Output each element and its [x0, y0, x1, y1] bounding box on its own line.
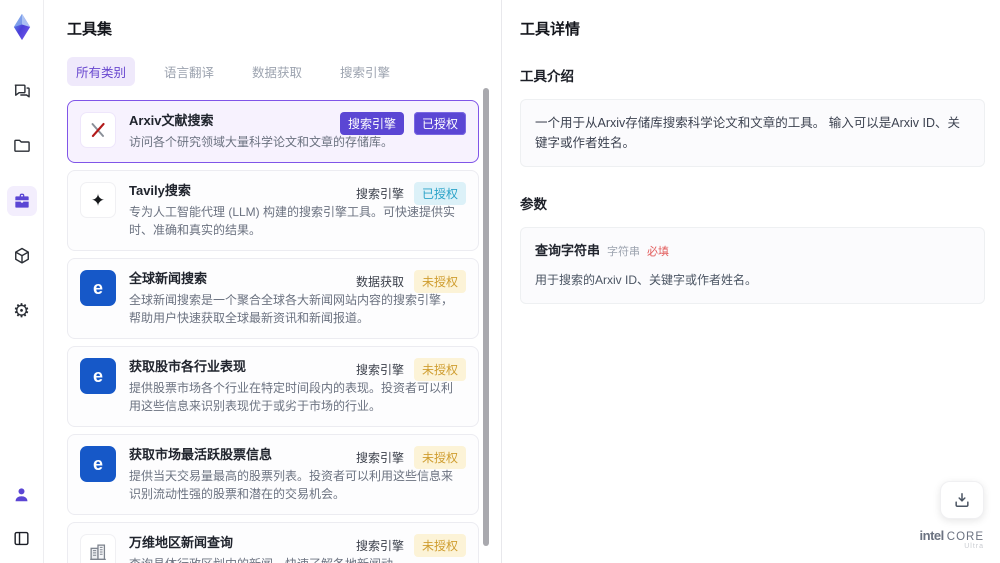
auth-status-badge: 未授权 — [413, 446, 466, 469]
param-required-flag: 必填 — [647, 246, 670, 258]
tool-card-tavily[interactable]: ✦ Tavily搜索 专为人工智能代理 (LLM) 构建的搜索引擎工具。可快速提… — [67, 170, 479, 251]
tool-card-global-news[interactable]: e 全球新闻搜索 全球新闻搜索是一个聚合全球各大新闻网站内容的搜索引擎，帮助用户… — [67, 258, 479, 339]
tool-name: 获取股市各行业表现 — [129, 359, 247, 374]
folder-icon[interactable] — [7, 131, 37, 161]
intel-wordmark: intel — [919, 527, 945, 543]
tool-card-list: Arxiv文献搜索 访问各个研究领域大量科学论文和文章的存储库。 搜索引擎 已授… — [67, 100, 479, 563]
tool-description: 全球新闻搜索是一个聚合全球各大新闻网站内容的搜索引擎，帮助用户快速获取全球最新资… — [129, 293, 454, 325]
params-section-title: 参数 — [520, 197, 547, 212]
category-tabs: 所有类别 语言翻译 数据获取 搜索引擎 — [67, 57, 479, 86]
user-avatar-icon[interactable] — [7, 479, 37, 509]
settings-gear-icon[interactable]: ⚙ — [7, 296, 37, 326]
tool-name: Tavily搜索 — [129, 183, 191, 198]
tab-language-translation[interactable]: 语言翻译 — [155, 57, 223, 86]
tool-card-arxiv[interactable]: Arxiv文献搜索 访问各个研究领域大量科学论文和文章的存储库。 搜索引擎 已授… — [67, 100, 479, 163]
tool-list-panel: 工具集 所有类别 语言翻译 数据获取 搜索引擎 Arxiv文献搜索 访问各个研究… — [44, 0, 502, 563]
tool-name: 全球新闻搜索 — [129, 271, 208, 286]
list-scrollbar[interactable] — [483, 88, 489, 546]
sidebar-bottom — [7, 479, 37, 553]
arxiv-logo-icon — [80, 112, 116, 148]
app-logo-icon — [7, 12, 37, 42]
tavily-star-icon: ✦ — [80, 182, 116, 218]
auth-status-badge: 未授权 — [413, 534, 466, 557]
param-header: 查询字符串 字符串 必填 — [535, 241, 970, 262]
category-label: 搜索引擎 — [355, 363, 404, 377]
tool-badges: 搜索引擎 未授权 — [356, 534, 466, 557]
app-window: ⚙ 工具集 所有类别 语言翻译 数据获取 搜索引擎 Arxiv文献搜索 访问各个… — [0, 0, 1000, 563]
tool-description: 提供股票市场各个行业在特定时间段内的表现。投资者可以利用这些信息来识别表现优于或… — [129, 381, 454, 413]
tab-all-categories[interactable]: 所有类别 — [67, 57, 136, 86]
tab-data-fetch[interactable]: 数据获取 — [243, 57, 311, 86]
tool-badges: 搜索引擎 未授权 — [356, 358, 466, 381]
tool-card-stock-sector[interactable]: e 获取股市各行业表现 提供股票市场各个行业在特定时间段内的表现。投资者可以利用… — [67, 346, 479, 427]
tool-badges: 搜索引擎 未授权 — [356, 446, 466, 469]
tool-badges: 搜索引擎 已授权 — [356, 182, 466, 205]
cube-icon[interactable] — [7, 241, 37, 271]
download-icon — [955, 493, 969, 507]
auth-status-badge: 已授权 — [413, 182, 466, 205]
param-name: 查询字符串 — [535, 243, 601, 258]
param-description: 用于搜索的Arxiv ID、关键字或作者姓名。 — [535, 272, 758, 287]
category-label: 数据获取 — [355, 275, 404, 289]
tool-detail-panel: 工具详情 工具介绍 一个用于从Arxiv存储库搜索科学论文和文章的工具。 输入可… — [502, 0, 1000, 563]
auth-status-badge: 已授权 — [413, 112, 466, 135]
category-label: 搜索引擎 — [355, 539, 404, 553]
tool-description: 访问各个研究领域大量科学论文和文章的存储库。 — [129, 135, 394, 149]
tool-badges: 搜索引擎 已授权 — [339, 112, 466, 135]
category-badge: 搜索引擎 — [339, 112, 404, 135]
global-news-logo-icon: e — [80, 270, 116, 306]
download-button[interactable] — [940, 481, 984, 519]
param-type: 字符串 — [607, 246, 641, 258]
category-label: 搜索引擎 — [355, 187, 404, 201]
detail-title: 工具详情 — [520, 21, 581, 38]
auth-status-badge: 未授权 — [413, 358, 466, 381]
tool-description: 提供当天交易量最高的股票列表。投资者可以利用这些信息来识别流动性强的股票和潜在的… — [129, 469, 454, 501]
chat-icon[interactable] — [7, 76, 37, 106]
tab-search-engine[interactable]: 搜索引擎 — [331, 57, 399, 86]
active-stocks-logo-icon: e — [80, 446, 116, 482]
auth-status-badge: 未授权 — [413, 270, 466, 293]
tool-card-region-news[interactable]: 万维地区新闻查询 查询具体行政区划内的新闻，快速了解各地新闻动 搜索引擎 未授权 — [67, 522, 479, 563]
param-box: 查询字符串 字符串 必填 用于搜索的Arxiv ID、关键字或作者姓名。 — [520, 227, 985, 304]
region-news-logo-icon — [80, 534, 116, 563]
tool-badges: 数据获取 未授权 — [356, 270, 466, 293]
sidebar-nav: ⚙ — [6, 76, 37, 326]
tool-description: 专为人工智能代理 (LLM) 构建的搜索引擎工具。可快速提供实时、准确和真实的结… — [129, 205, 456, 237]
intel-ultra-mark: Ultra — [964, 543, 984, 551]
intro-text-box: 一个用于从Arxiv存储库搜索科学论文和文章的工具。 输入可以是Arxiv ID… — [520, 99, 985, 167]
tool-name: 获取市场最活跃股票信息 — [129, 447, 273, 462]
intro-section-title: 工具介绍 — [520, 69, 574, 84]
category-label: 搜索引擎 — [355, 451, 404, 465]
page-title: 工具集 — [67, 21, 113, 38]
icon-sidebar: ⚙ — [0, 0, 44, 563]
tool-card-active-stocks[interactable]: e 获取市场最活跃股票信息 提供当天交易量最高的股票列表。投资者可以利用这些信息… — [67, 434, 479, 515]
tool-name: 万维地区新闻查询 — [129, 535, 234, 550]
collapse-sidebar-icon[interactable] — [7, 523, 37, 553]
toolbox-icon[interactable] — [6, 186, 37, 216]
stock-sector-logo-icon: e — [80, 358, 116, 394]
intel-core-logo: intel CORE Ultra — [919, 527, 984, 551]
intel-core-mark: CORE — [946, 530, 984, 543]
